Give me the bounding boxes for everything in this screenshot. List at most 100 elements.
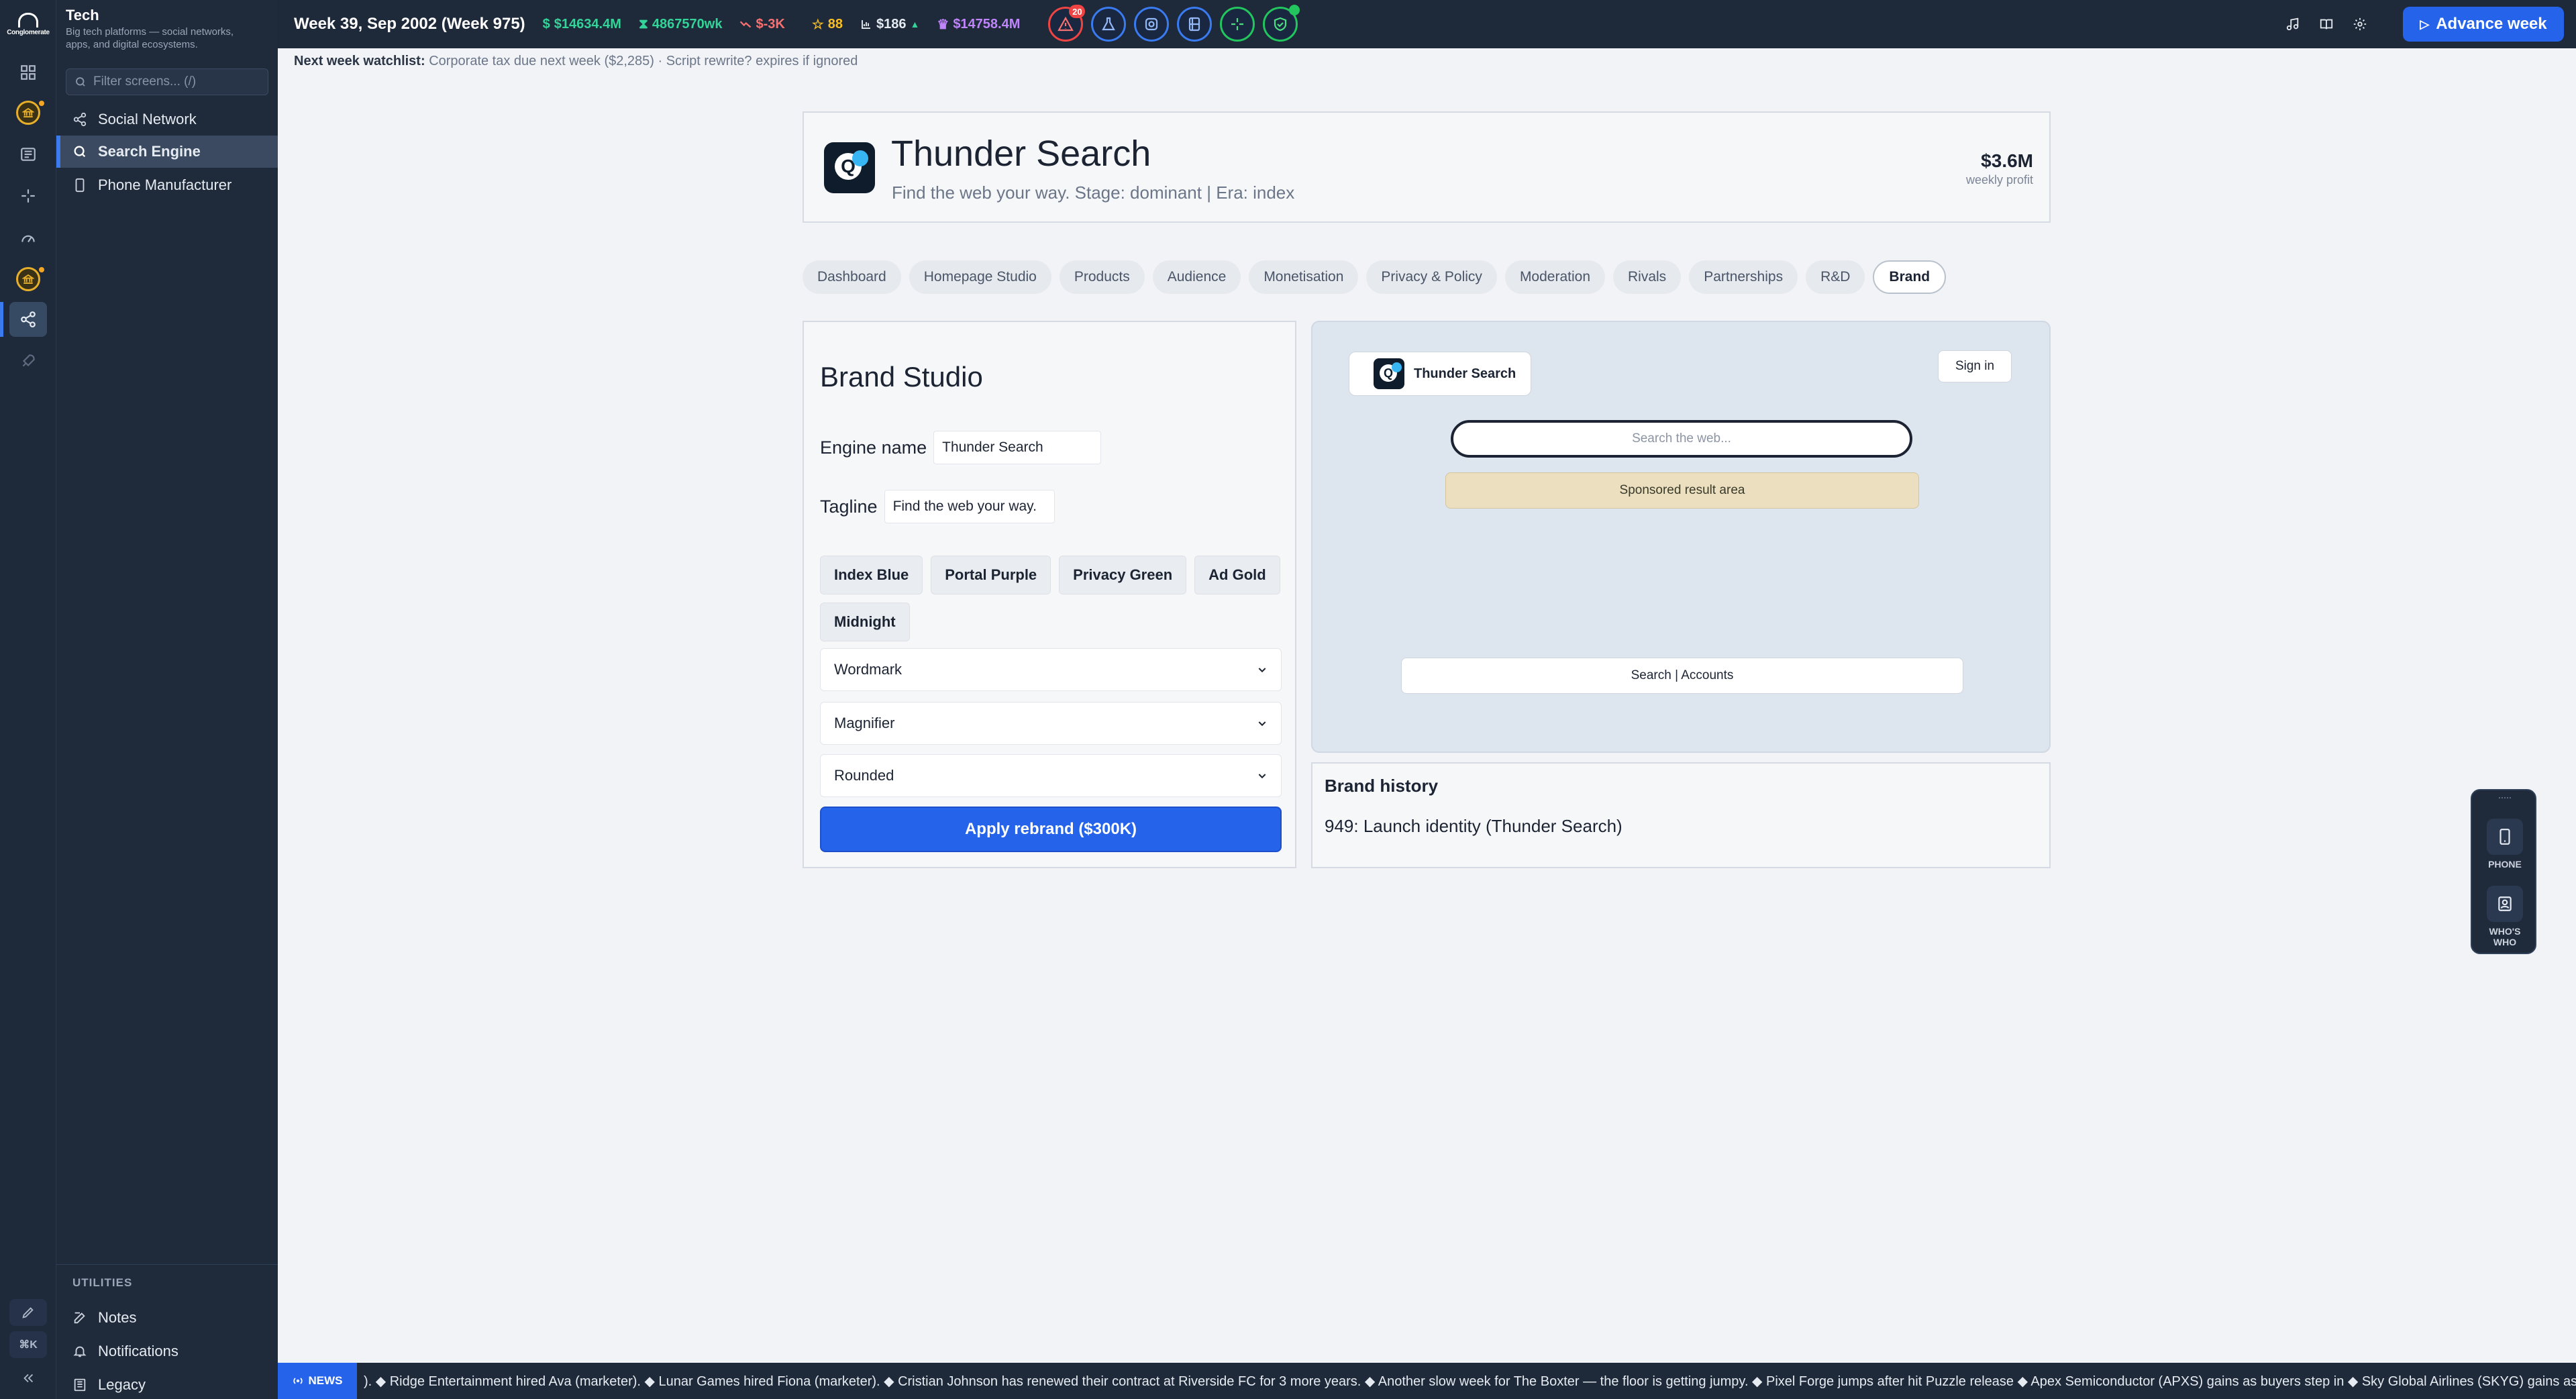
- instagram-button[interactable]: [1134, 7, 1170, 42]
- palette-ad-gold[interactable]: Ad Gold: [1194, 556, 1280, 594]
- whos-who-label: WHO'S WHO: [2489, 926, 2521, 947]
- sparkle-icon[interactable]: [9, 178, 47, 213]
- tab-rnd[interactable]: R&D: [1806, 260, 1865, 294]
- palette-privacy-green[interactable]: Privacy Green: [1059, 556, 1187, 594]
- section-title: Tech: [66, 7, 99, 23]
- drag-handle[interactable]: [2499, 797, 2511, 800]
- tab-dashboard[interactable]: Dashboard: [803, 260, 901, 294]
- tab-privacy-policy[interactable]: Privacy & Policy: [1366, 260, 1497, 294]
- engine-name-input[interactable]: [933, 431, 1102, 464]
- income-value: 4867570wk: [652, 16, 723, 32]
- shape-style-select[interactable]: Rounded: [820, 754, 1282, 797]
- sparkle-button[interactable]: [1220, 7, 1255, 42]
- collapse-icon[interactable]: [9, 1365, 47, 1392]
- newspaper-icon[interactable]: [9, 137, 47, 172]
- brand-studio-title: Brand Studio: [820, 361, 983, 393]
- trend-down-icon: [740, 21, 752, 28]
- tab-moderation[interactable]: Moderation: [1504, 260, 1605, 294]
- tab-products[interactable]: Products: [1059, 260, 1145, 294]
- sidebar-item-label: Social Network: [98, 111, 197, 127]
- shield-badge: [1289, 5, 1300, 15]
- tab-monetisation[interactable]: Monetisation: [1249, 260, 1359, 294]
- utility-notifications[interactable]: Notifications: [72, 1338, 178, 1365]
- gauge-icon[interactable]: [9, 220, 47, 255]
- palette-midnight[interactable]: Midnight: [820, 603, 910, 641]
- flask-icon: [1102, 17, 1116, 31]
- phone-icon: [75, 178, 85, 193]
- watchlist-text: Corporate tax due next week ($2,285) · S…: [429, 54, 858, 68]
- tab-partnerships[interactable]: Partnerships: [1689, 260, 1798, 294]
- company-header: Q Thunder Search Find the web your way. …: [803, 111, 2051, 223]
- utility-label: Legacy: [98, 1376, 146, 1393]
- watchlist-label: Next week watchlist:: [294, 54, 425, 68]
- film-button[interactable]: [1177, 7, 1213, 42]
- palette-index-blue[interactable]: Index Blue: [820, 556, 923, 594]
- advance-week-label: Advance week: [2436, 15, 2547, 33]
- apply-rebrand-button[interactable]: Apply rebrand ($300K): [820, 807, 1282, 852]
- tab-audience[interactable]: Audience: [1152, 260, 1241, 294]
- tech-network-icon[interactable]: [0, 302, 47, 337]
- net-worth-value: $14758.4M: [953, 16, 1021, 32]
- utility-label: Notifications: [98, 1343, 178, 1359]
- engine-name-label: Engine name: [820, 437, 927, 458]
- filter-input[interactable]: [92, 74, 260, 90]
- filter-box[interactable]: [66, 68, 268, 95]
- preview-brand-chip: Q Thunder Search: [1349, 352, 1531, 396]
- crown-icon: ♛: [937, 17, 949, 32]
- company-subtitle: Find the web your way. Stage: dominant |…: [892, 183, 1295, 203]
- legacy-icon: [74, 1378, 86, 1392]
- phone-label: PHONE: [2488, 859, 2522, 870]
- homepage-preview: Q Thunder Search Sign in Sponsored resul…: [1311, 321, 2051, 753]
- gear-icon[interactable]: [2345, 9, 2375, 39]
- preview-search-input[interactable]: [1451, 420, 1912, 458]
- tab-homepage-studio[interactable]: Homepage Studio: [909, 260, 1051, 294]
- chevron-down-icon: [1258, 721, 1266, 727]
- sign-in-button[interactable]: Sign in: [1938, 350, 2012, 382]
- pencil-icon[interactable]: [9, 1299, 47, 1326]
- icon-style-value: Magnifier: [834, 715, 895, 731]
- sidebar-item-social-network[interactable]: Social Network: [56, 103, 278, 136]
- search-icon: [76, 77, 85, 87]
- whos-who-button[interactable]: WHO'S WHO: [2472, 886, 2538, 947]
- phone-quick-button[interactable]: PHONE: [2472, 819, 2538, 870]
- advance-week-button[interactable]: ▷ Advance week: [2403, 7, 2564, 42]
- music-icon[interactable]: [2278, 9, 2308, 39]
- app-logo-word: Conglomerate: [7, 28, 50, 36]
- camera-icon: [1145, 17, 1158, 31]
- sidebar-item-search-engine[interactable]: Search Engine: [56, 136, 278, 168]
- palette-portal-purple[interactable]: Portal Purple: [931, 556, 1051, 594]
- app-logo[interactable]: Conglomerate: [7, 9, 50, 39]
- lab-button[interactable]: [1091, 7, 1127, 42]
- alerts-button[interactable]: 20: [1048, 5, 1086, 42]
- delta-stat: $-3K: [739, 16, 785, 32]
- icon-rail: Conglomerate ⌘K: [0, 0, 56, 1399]
- brand-history-entry: 949: Launch identity (Thunder Search): [1325, 816, 1622, 836]
- shield-button[interactable]: [1263, 5, 1300, 42]
- sidebar-item-phone-manufacturer[interactable]: Phone Manufacturer: [56, 169, 278, 201]
- sidebar-item-label: Phone Manufacturer: [98, 176, 232, 193]
- stock-stat: $186 ▲: [860, 17, 919, 32]
- tagline-input[interactable]: [884, 490, 1055, 523]
- utility-notes[interactable]: Notes: [72, 1304, 136, 1331]
- coin-icon[interactable]: [9, 262, 47, 297]
- rocket-icon[interactable]: [9, 344, 47, 378]
- engine-name-row: Engine name: [820, 431, 1102, 464]
- hourglass-icon: ⧗: [638, 16, 648, 32]
- tab-brand[interactable]: Brand: [1873, 260, 1947, 294]
- shield-check-icon: [1274, 17, 1287, 32]
- bell-icon: [73, 1346, 87, 1357]
- company-logo: Q: [824, 142, 875, 193]
- tab-rivals[interactable]: Rivals: [1613, 260, 1682, 294]
- dashboard-grid-icon[interactable]: [9, 55, 47, 90]
- icon-style-select[interactable]: Magnifier: [820, 702, 1282, 745]
- preview-footer-links[interactable]: Search | Accounts: [1401, 658, 1963, 694]
- command-shortcut[interactable]: ⌘K: [9, 1331, 47, 1358]
- utilities-divider: [56, 1264, 278, 1265]
- preview-logo: Q: [1374, 358, 1404, 389]
- logo-style-select[interactable]: Wordmark: [820, 648, 1282, 691]
- broadcast-icon: [293, 1378, 303, 1384]
- delta-value: $-3K: [756, 16, 785, 32]
- utility-legacy[interactable]: Legacy: [72, 1371, 146, 1398]
- bank-coin-icon[interactable]: [9, 95, 47, 130]
- book-icon[interactable]: [2312, 9, 2341, 39]
